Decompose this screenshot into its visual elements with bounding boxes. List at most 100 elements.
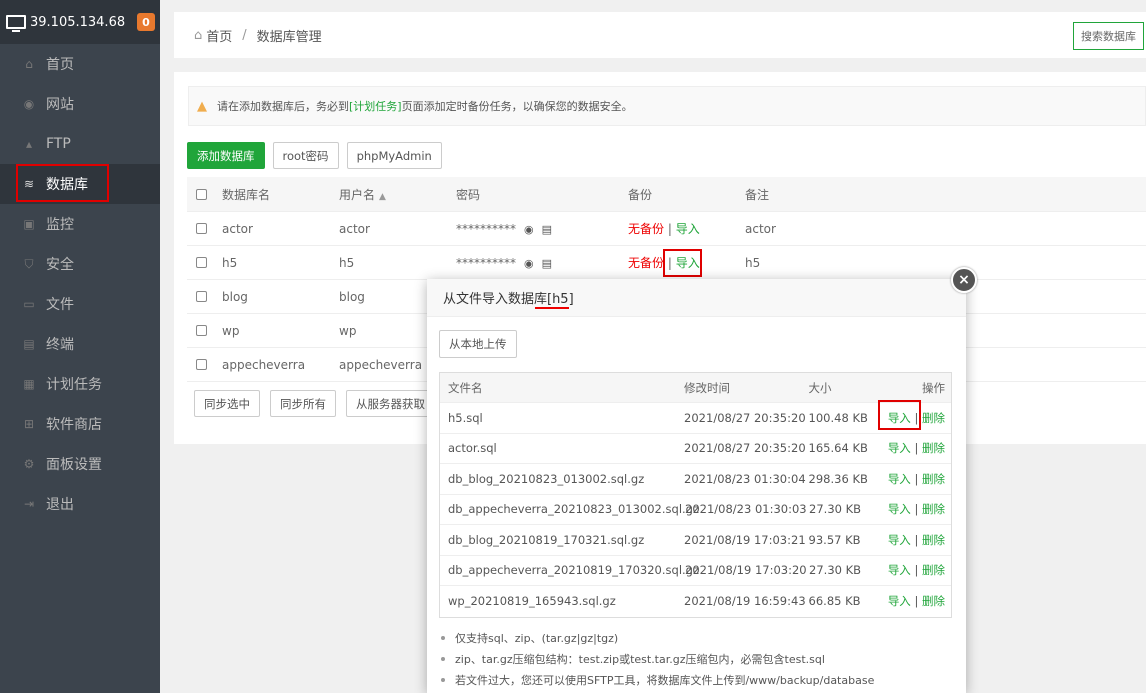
file-row: db_blog_20210819_170321.sql.gz 2021/08/1… [440, 525, 951, 556]
delete-file-link[interactable]: 删除 [922, 502, 945, 516]
file-size: 27.30 KB [809, 563, 862, 578]
row-checkbox[interactable] [196, 325, 207, 336]
file-mtime: 2021/08/19 16:59:43 [684, 594, 806, 609]
sidebar-item-8[interactable]: ▦ 计划任务 [0, 364, 160, 404]
close-icon[interactable]: × [951, 267, 977, 293]
copy-icon[interactable]: ▤ [542, 223, 552, 236]
highlight-box [663, 249, 702, 277]
sidebar-item-7[interactable]: ▤ 终端 [0, 324, 160, 364]
col-password: 密码 [456, 187, 481, 202]
import-file-link[interactable]: 导入 [888, 563, 911, 577]
cron-link[interactable]: [计划任务] [349, 98, 402, 114]
import-file-link[interactable]: 导入 [888, 594, 911, 608]
eye-icon[interactable]: ◉ [524, 223, 534, 236]
file-name: wp_20210819_165943.sql.gz [448, 594, 616, 609]
sidebar-item-10[interactable]: ⚙ 面板设置 [0, 444, 160, 484]
import-link[interactable]: 导入 [676, 222, 700, 236]
notification-badge[interactable]: 0 [137, 13, 155, 31]
col-user[interactable]: 用户名 ▲ [339, 186, 456, 203]
delete-file-link[interactable]: 删除 [922, 594, 945, 608]
eye-icon[interactable]: ◉ [524, 257, 534, 270]
get-from-server-button[interactable]: 从服务器获取 [346, 390, 435, 417]
row-checkbox[interactable] [196, 257, 207, 268]
notice-bar: ▲ 请在添加数据库后，务必到 [计划任务] 页面添加定时备份任务，以确保您的数据安全… [188, 86, 1146, 126]
file-ops: 导入 | 删除 [883, 440, 951, 456]
search-database-button[interactable]: 搜索数据库 [1073, 22, 1144, 50]
server-header: 39.105.134.68 0 [0, 0, 160, 44]
shield-icon: ⛉ [24, 256, 34, 271]
delete-file-link[interactable]: 删除 [922, 441, 945, 455]
file-table: 文件名 修改时间 大小 操作 h5.sql 2021/08/27 20:35:2… [439, 372, 952, 618]
file-ops: 导入 | 删除 [883, 562, 951, 578]
col-backup: 备份 [628, 187, 653, 202]
file-row: db_appecheverra_20210819_170320.sql.gz 2… [440, 556, 951, 586]
notice-text-2: 页面添加定时备份任务，以确保您的数据安全。 [401, 100, 633, 113]
file-size: 93.57 KB [808, 532, 861, 547]
sidebar-item-1[interactable]: ◉ 网站 [0, 84, 160, 124]
file-name: actor.sql [448, 441, 497, 456]
server-ip: 39.105.134.68 [30, 14, 126, 30]
sidebar-item-4[interactable]: ▣ 监控 [0, 204, 160, 244]
db-name: actor [222, 221, 253, 236]
sidebar-item-6[interactable]: ▭ 文件 [0, 284, 160, 324]
import-file-link[interactable]: 导入 [888, 502, 911, 516]
col-user-label: 用户名 [339, 187, 376, 202]
dialog-title-text: 从文件导入数据库[h5] [443, 292, 574, 307]
top-bar: ⌂ 首页 / 数据库管理 搜索数据库 [174, 12, 1146, 58]
file-mtime: 2021/08/27 20:35:20 [684, 441, 806, 456]
sidebar-item-5[interactable]: ⛉ 安全 [0, 244, 160, 284]
upload-local-button[interactable]: 从本地上传 [439, 330, 517, 358]
no-backup-link[interactable]: 无备份 [628, 256, 664, 270]
row-checkbox[interactable] [196, 359, 207, 370]
root-password-button[interactable]: root密码 [272, 142, 339, 169]
import-file-link[interactable]: 导入 [888, 472, 911, 486]
delete-file-link[interactable]: 删除 [922, 411, 945, 425]
file-name: db_blog_20210819_170321.sql.gz [448, 532, 645, 547]
sync-all-button[interactable]: 同步所有 [270, 390, 336, 417]
no-backup-link[interactable]: 无备份 [628, 222, 664, 236]
folder-icon: ▭ [23, 297, 35, 311]
calendar-icon: ▦ [23, 377, 35, 391]
db-note[interactable]: h5 [745, 256, 760, 270]
sidebar-item-label: 监控 [46, 217, 74, 233]
select-all-checkbox[interactable] [196, 188, 207, 200]
sidebar-item-0[interactable]: ⌂ 首页 [0, 44, 160, 84]
copy-icon[interactable]: ▤ [542, 257, 552, 270]
row-checkbox[interactable] [196, 223, 207, 234]
breadcrumb-home[interactable]: 首页 [206, 26, 232, 45]
sidebar-item-9[interactable]: ⊞ 软件商店 [0, 404, 160, 444]
sidebar-item-label: 文件 [46, 297, 74, 313]
db-note[interactable]: actor [745, 222, 776, 236]
file-mtime: 2021/08/23 01:30:04 [684, 471, 806, 486]
add-database-button[interactable]: 添加数据库 [187, 142, 265, 169]
row-checkbox[interactable] [196, 291, 207, 302]
sidebar-item-label: 网站 [46, 97, 74, 113]
highlight-box [16, 164, 109, 202]
sidebar: 39.105.134.68 0 ⌂ 首页 ◉ 网站 ▴ FTP ≋ 数据库 ▣ 监控 ⛉ 安全 ▭ 文件 ▤… [0, 0, 160, 693]
table-row: actor actor ********** ◉ ▤ 无备份 | 导入 actor [187, 212, 1146, 246]
notes-list: 仅支持sql、zip、(tar.gz|gz|tgz) zip、tar.gz压缩包结… [441, 627, 874, 690]
sidebar-item-label: 终端 [46, 337, 74, 353]
delete-file-link[interactable]: 删除 [922, 472, 945, 486]
import-file-link[interactable]: 导入 [888, 533, 911, 547]
import-file-link[interactable]: 导入 [888, 441, 911, 455]
col-name: 数据库名 [222, 187, 271, 202]
sidebar-item-label: 安全 [46, 257, 74, 273]
apps-icon: ⊞ [23, 417, 35, 431]
sidebar-item-11[interactable]: ⇥ 退出 [0, 484, 160, 524]
file-name: h5.sql [448, 410, 483, 425]
file-ops: 导入 | 删除 [883, 471, 951, 487]
sync-selected-button[interactable]: 同步选中 [194, 390, 260, 417]
col-file: 文件名 [448, 380, 483, 395]
delete-file-link[interactable]: 删除 [922, 533, 945, 547]
file-size: 66.85 KB [808, 594, 861, 609]
delete-file-link[interactable]: 删除 [922, 563, 945, 577]
sidebar-item-2[interactable]: ▴ FTP [0, 124, 160, 164]
sidebar-item-label: 首页 [46, 57, 74, 73]
phpmyadmin-button[interactable]: phpMyAdmin [346, 142, 442, 169]
note-item: zip、tar.gz压缩包结构：test.zip或test.tar.gz压缩包内… [441, 648, 874, 669]
separator: | [914, 471, 919, 486]
separator: | [667, 222, 672, 236]
file-mtime: 2021/08/19 17:03:20 [685, 563, 807, 578]
separator: | [914, 563, 919, 578]
